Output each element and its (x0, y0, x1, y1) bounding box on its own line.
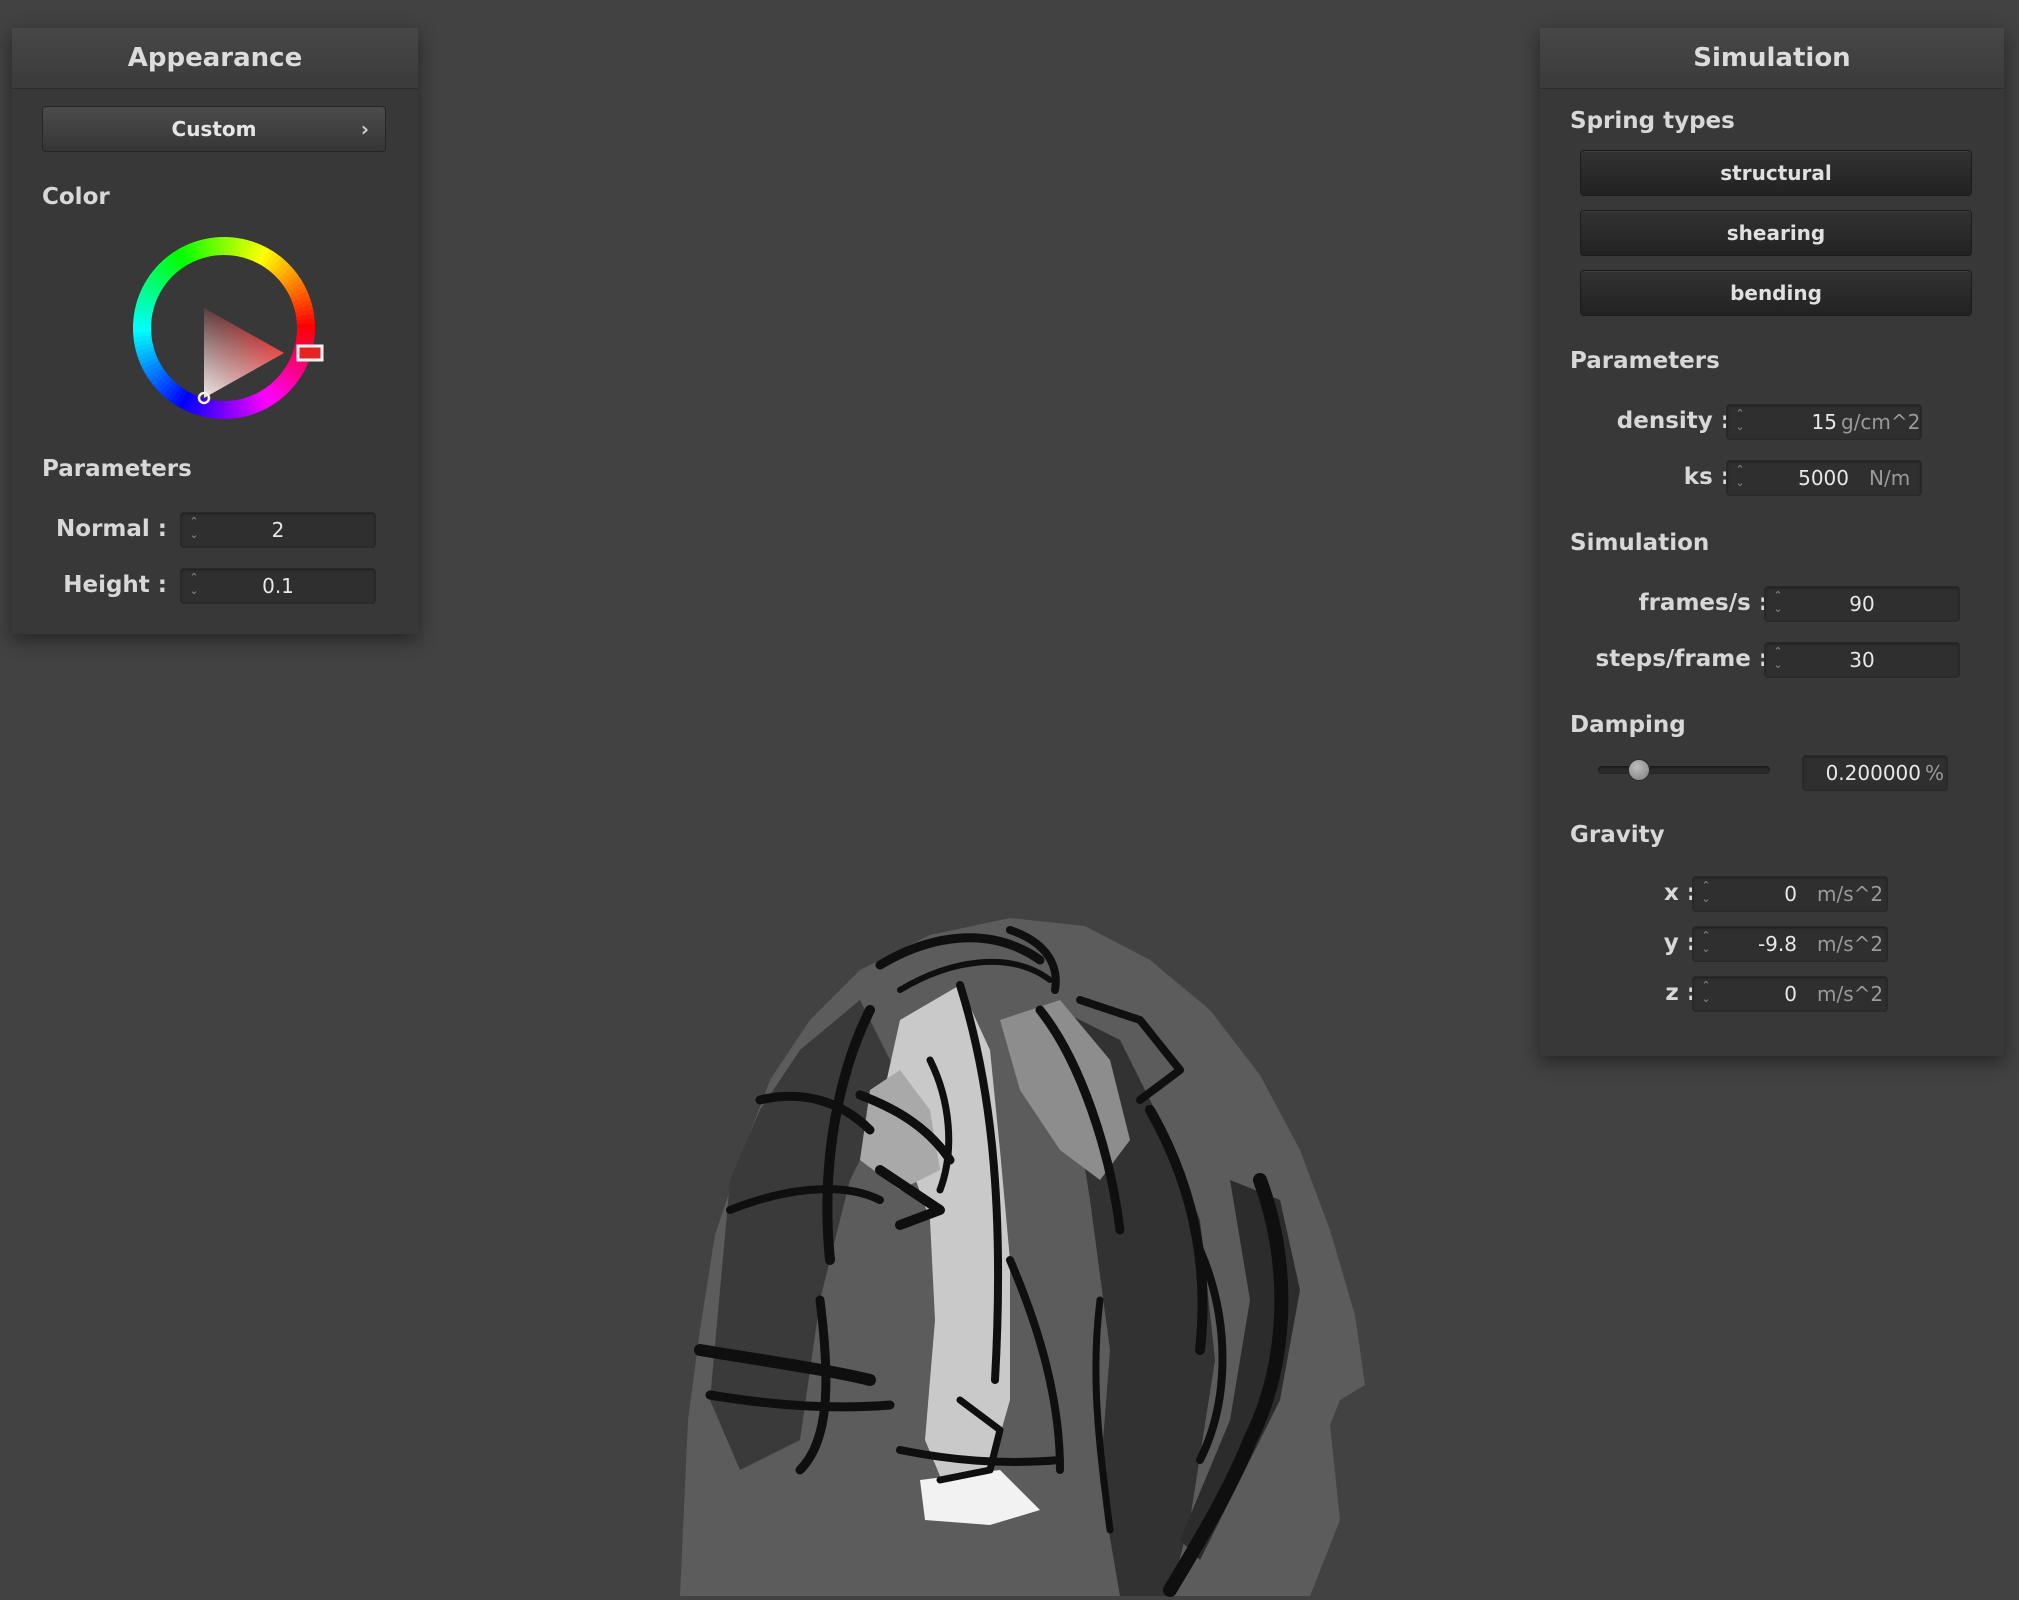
appearance-panel-title: Appearance (12, 28, 418, 89)
spring-structural-button[interactable]: structural (1580, 150, 1972, 196)
cloth-mesh (680, 918, 1365, 1597)
steps-per-frame-label: steps/frame : (1595, 646, 1768, 672)
ks-unit: N/m (1869, 466, 1911, 490)
appearance-parameters-label: Parameters (42, 456, 192, 482)
normal-label: Normal : (56, 516, 167, 542)
damping-slider[interactable] (1598, 759, 1770, 781)
gravity-x-spinbox[interactable]: ⌃ ⌄ 0 m/s^2 (1692, 876, 1888, 912)
gravity-x-label: x : (1663, 880, 1696, 906)
simulation-panel-title: Simulation (1540, 28, 2004, 89)
steps-per-frame-spinbox[interactable]: ⌃ ⌄ 30 (1764, 642, 1960, 678)
gravity-x-unit: m/s^2 (1817, 882, 1884, 906)
ks-value: 5000 (1798, 466, 1849, 490)
height-value: 0.1 (262, 574, 294, 598)
gravity-label: Gravity (1570, 822, 1665, 848)
density-unit: g/cm^2 (1841, 410, 1921, 434)
damping-unit: % (1925, 761, 1945, 785)
height-spinbox[interactable]: ⌃ ⌄ 0.1 (180, 568, 376, 604)
gravity-y-unit: m/s^2 (1817, 932, 1884, 956)
spring-types-label: Spring types (1570, 108, 1735, 134)
density-value: 15 (1811, 410, 1837, 434)
gravity-y-label: y : (1663, 930, 1696, 956)
hue-selector-handle (296, 344, 324, 362)
normal-spinbox[interactable]: ⌃ ⌄ 2 (180, 512, 376, 548)
ks-spinbox[interactable]: ⌃ ⌄ 5000 N/m (1726, 460, 1922, 496)
gravity-z-value: 0 (1784, 982, 1797, 1006)
gravity-y-spinbox[interactable]: ⌃ ⌄ -9.8 m/s^2 (1692, 926, 1888, 962)
density-spinbox[interactable]: ⌃ ⌄ 15 g/cm^2 (1726, 404, 1922, 440)
height-label: Height : (63, 572, 167, 598)
frames-per-s-value: 90 (1849, 592, 1875, 616)
gravity-z-label: z : (1665, 980, 1696, 1006)
chevron-right-icon: › (360, 117, 369, 141)
preset-label: Custom (171, 117, 257, 141)
preset-dropdown-button[interactable]: Custom › (42, 106, 386, 152)
normal-value: 2 (271, 518, 285, 542)
gravity-x-value: 0 (1784, 882, 1797, 906)
damping-slider-track (1598, 766, 1770, 774)
gravity-z-spinbox[interactable]: ⌃ ⌄ 0 m/s^2 (1692, 976, 1888, 1012)
sim-parameters-label: Parameters (1570, 348, 1720, 374)
color-wheel-icon[interactable] (124, 228, 324, 428)
gravity-z-unit: m/s^2 (1817, 982, 1884, 1006)
color-section-label: Color (42, 184, 110, 210)
density-label: density : (1616, 408, 1730, 434)
gravity-y-value: -9.8 (1757, 932, 1797, 956)
steps-per-frame-value: 30 (1849, 648, 1875, 672)
spring-shearing-button[interactable]: shearing (1580, 210, 1972, 256)
ks-label: ks : (1683, 464, 1730, 490)
frames-per-s-label: frames/s : (1638, 590, 1768, 616)
damping-slider-thumb[interactable] (1628, 759, 1651, 781)
appearance-panel: Appearance Custom › Color Parameters Nor… (12, 28, 418, 634)
damping-label: Damping (1570, 712, 1686, 738)
damping-value: 0.200000 (1825, 761, 1921, 785)
frames-per-s-spinbox[interactable]: ⌃ ⌄ 90 (1764, 586, 1960, 622)
spring-bending-button[interactable]: bending (1580, 270, 1972, 316)
simulation-section-label: Simulation (1570, 530, 1710, 556)
simulation-panel: Simulation Spring types structural shear… (1540, 28, 2004, 1056)
damping-value-box[interactable]: 0.200000 % (1802, 755, 1948, 791)
